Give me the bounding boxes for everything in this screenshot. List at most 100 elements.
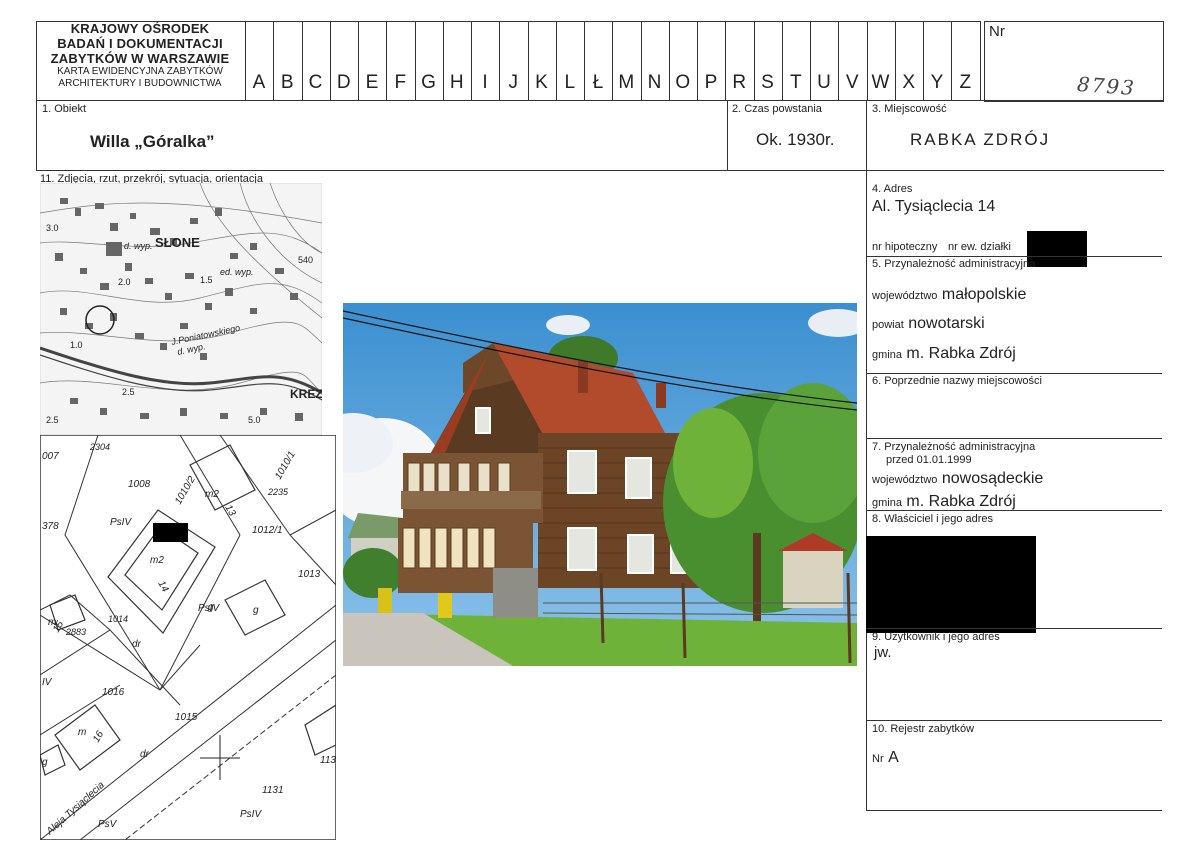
map-label: dr (132, 639, 142, 650)
map-label: KREZ (290, 387, 322, 401)
sep-5 (866, 373, 1162, 374)
letter-cell: W (871, 72, 890, 93)
woj-value: małopolskie (941, 286, 1027, 303)
powiat-label: powiat (872, 319, 904, 331)
map-label: 2.5 (46, 415, 59, 425)
rejestr-nr-value: A (888, 749, 899, 766)
map-label: m (78, 727, 86, 738)
institution-line: KRAJOWY OŚRODEK (70, 21, 210, 36)
map-label: 1.0 (70, 340, 83, 350)
map-label: 1015 (175, 712, 198, 723)
gmina-prev-row: gmina m. Rabka Zdrój (872, 493, 1016, 511)
map-label: 1.5 (200, 275, 213, 285)
sep-8 (866, 628, 1162, 629)
gmina-value: m. Rabka Zdrój (906, 345, 1016, 362)
woj-prev-row: województwo nowosądeckie (872, 470, 1043, 488)
redaction-map (153, 523, 188, 542)
czas-value: Ok. 1930r. (756, 130, 835, 149)
letter-cell: O (675, 72, 691, 93)
map-label: 2235 (267, 487, 289, 497)
card-title-line: ARCHITEKTURY I BUDOWNICTWA (58, 78, 222, 89)
uzytkownik-value: jw. (874, 644, 892, 661)
letter-cell: S (761, 72, 774, 93)
map-label: 3.0 (46, 223, 59, 233)
woj-row: województwo małopolskie (872, 286, 1026, 304)
letter-cell: X (902, 72, 916, 93)
miejscowosc-label: 3. Miejscowość (872, 103, 947, 115)
czas-label: 2. Czas powstania (732, 103, 822, 115)
map-label: 1131 (262, 785, 284, 796)
obiekt-label: 1. Obiekt (42, 103, 87, 115)
letter-cell: N (647, 72, 662, 93)
letter-divider (979, 21, 981, 100)
poprzednie-label: 6. Poprzednie nazwy miejscowości (872, 375, 1042, 387)
powiat-row: powiat nowotarski (872, 315, 985, 333)
letter-cell: K (535, 72, 548, 93)
letter-cell: J (508, 72, 519, 93)
miejscowosc-value: RABKA ZDRÓJ (910, 130, 1051, 149)
letter-cell: C (308, 72, 323, 93)
letter-cell: D (336, 72, 351, 93)
left-border (36, 21, 37, 171)
map-label: 113 (320, 755, 336, 766)
letter-cell: A (252, 72, 266, 93)
admin-prev-label-1: 7. Przynależność administracyjna (872, 441, 1036, 453)
map-label: m2 (205, 489, 219, 500)
gmina-prev-label: gmina (872, 497, 902, 509)
map-label: 007 (42, 451, 59, 462)
map-label: g (208, 602, 214, 613)
rejestr-label: 10. Rejestr zabytków (872, 723, 975, 735)
row1-divider-a (727, 100, 728, 170)
obiekt-value: Willa „Góralka” (90, 132, 215, 151)
map-label: g (42, 757, 48, 768)
rejestr-row: Nr A (872, 749, 899, 767)
nr-handwritten-value: 8793 (1076, 71, 1137, 101)
dzialki-label: nr ew. działki (948, 241, 1011, 253)
letter-cell: R (732, 72, 747, 93)
map-label: m2 (150, 555, 164, 566)
map-label: 1014 (108, 614, 128, 624)
map-label: IV (42, 677, 53, 688)
right-column-divider (866, 100, 867, 810)
sep-10 (866, 810, 1162, 811)
letter-cell: M (618, 72, 635, 93)
map-label: g (253, 605, 259, 616)
row1-bottom-border (36, 170, 1164, 171)
gmina-row: gmina m. Rabka Zdrój (872, 345, 1016, 363)
villa-photo (343, 303, 857, 666)
nr-label: Nr (989, 23, 1005, 40)
map-label: 2.5 (122, 387, 135, 397)
sep-4 (866, 256, 1162, 257)
letter-cell: P (704, 72, 718, 93)
map-label: ed. wyp. (220, 267, 254, 277)
map-label: 5.0 (248, 415, 261, 425)
wlasciciel-label: 8. Właściciel i jego adres (872, 513, 994, 525)
letter-cell: Ł (592, 72, 604, 93)
letter-cell: I (482, 72, 488, 93)
admin-label: 5. Przynależność administracyjna (872, 258, 1036, 270)
letter-cell: V (845, 72, 859, 93)
map-label: 540 (298, 255, 313, 265)
sep-9 (866, 720, 1162, 721)
institution-block: KRAJOWY OŚRODEK BADAŃ I DOKUMENTACJI ZAB… (36, 21, 244, 99)
letter-cell: H (449, 72, 464, 93)
letter-cell: Z (959, 72, 972, 93)
map-label: 1008 (128, 479, 151, 490)
map-label: 2883 (65, 627, 86, 637)
institution-line: BADAŃ I DOKUMENTACJI (57, 36, 223, 51)
letter-cell: Y (930, 72, 944, 93)
rejestr-nr-label: Nr (872, 753, 884, 765)
map-label: 1012/1 (252, 525, 283, 536)
admin-prev-label-2: przed 01.01.1999 (886, 454, 972, 466)
letter-cell: U (817, 72, 831, 93)
letter-cell: G (421, 72, 436, 93)
map-label: 2.0 (118, 277, 131, 287)
map-label: 2304 (89, 442, 110, 452)
letter-cell: T (789, 72, 802, 93)
map-label: d. wyp. (124, 241, 153, 251)
map-label: PsIV (240, 809, 262, 820)
sep-7 (866, 510, 1162, 511)
woj-label: województwo (872, 290, 938, 302)
nr-box: Nr 8793 (984, 21, 1164, 102)
woj-prev-value: nowosądeckie (941, 470, 1044, 487)
